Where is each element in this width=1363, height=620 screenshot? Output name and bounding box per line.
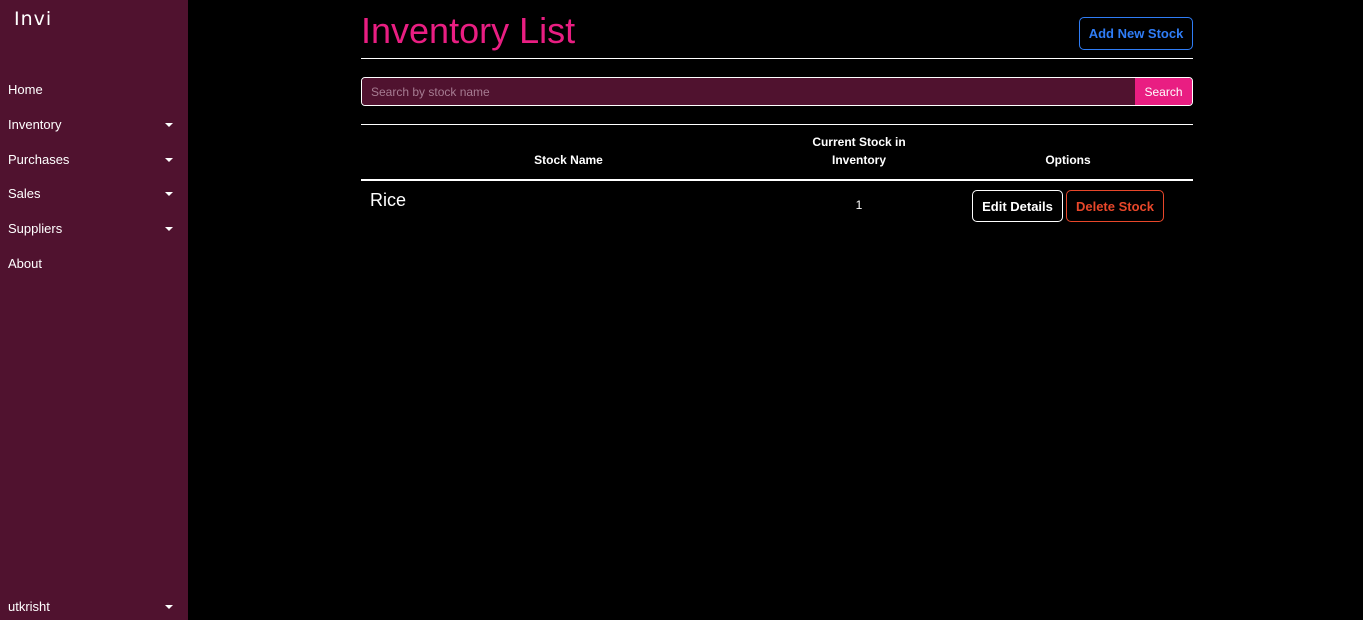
table-header: Stock Name Current Stock in Inventory Op…: [361, 125, 1193, 179]
delete-stock-button[interactable]: Delete Stock: [1066, 190, 1164, 222]
app-logo[interactable]: Invi: [14, 8, 52, 30]
sidebar-item-label: Suppliers: [8, 221, 63, 237]
sidebar-item-sales[interactable]: Sales: [0, 177, 188, 212]
sidebar-item-label: Home: [8, 82, 43, 97]
sidebar-item-label: Inventory: [8, 116, 62, 132]
column-header-stock-name: Stock Name: [534, 153, 603, 167]
sidebar-nav: Home Inventory Purchases Sales Suppliers…: [0, 73, 188, 282]
search-bar: Search: [361, 77, 1193, 106]
sidebar-item-about[interactable]: About: [0, 247, 188, 282]
stock-name-cell: Rice: [370, 190, 407, 210]
column-header-options: Options: [1045, 153, 1091, 167]
caret-down-icon: [165, 192, 173, 197]
caret-down-icon: [165, 227, 173, 232]
sidebar: Invi Home Inventory Purchases Sales Supp…: [0, 0, 188, 620]
sidebar-item-label: Purchases: [8, 151, 70, 167]
page-title: Inventory List: [361, 10, 576, 51]
sidebar-item-label: Sales: [8, 186, 41, 202]
sidebar-item-home[interactable]: Home: [0, 73, 188, 108]
sidebar-item-purchases[interactable]: Purchases: [0, 143, 188, 178]
user-menu[interactable]: utkrisht: [0, 594, 188, 620]
search-input[interactable]: [362, 78, 1136, 105]
divider: [361, 58, 1193, 59]
user-name: utkrisht: [8, 599, 50, 614]
table-row: Rice 1 Edit Details Delete Stock: [361, 181, 1193, 229]
sidebar-item-suppliers[interactable]: Suppliers: [0, 212, 188, 247]
stock-quantity-cell: 1: [855, 198, 863, 212]
add-new-stock-button[interactable]: Add New Stock: [1079, 17, 1193, 50]
caret-down-icon: [165, 605, 173, 609]
edit-details-button[interactable]: Edit Details: [972, 190, 1063, 222]
column-header-current-stock: Current Stock in Inventory: [812, 135, 906, 167]
sidebar-item-label: About: [8, 255, 42, 271]
search-button[interactable]: Search: [1135, 78, 1192, 105]
caret-down-icon: [165, 122, 173, 127]
caret-down-icon: [165, 157, 173, 162]
sidebar-item-inventory[interactable]: Inventory: [0, 108, 188, 143]
